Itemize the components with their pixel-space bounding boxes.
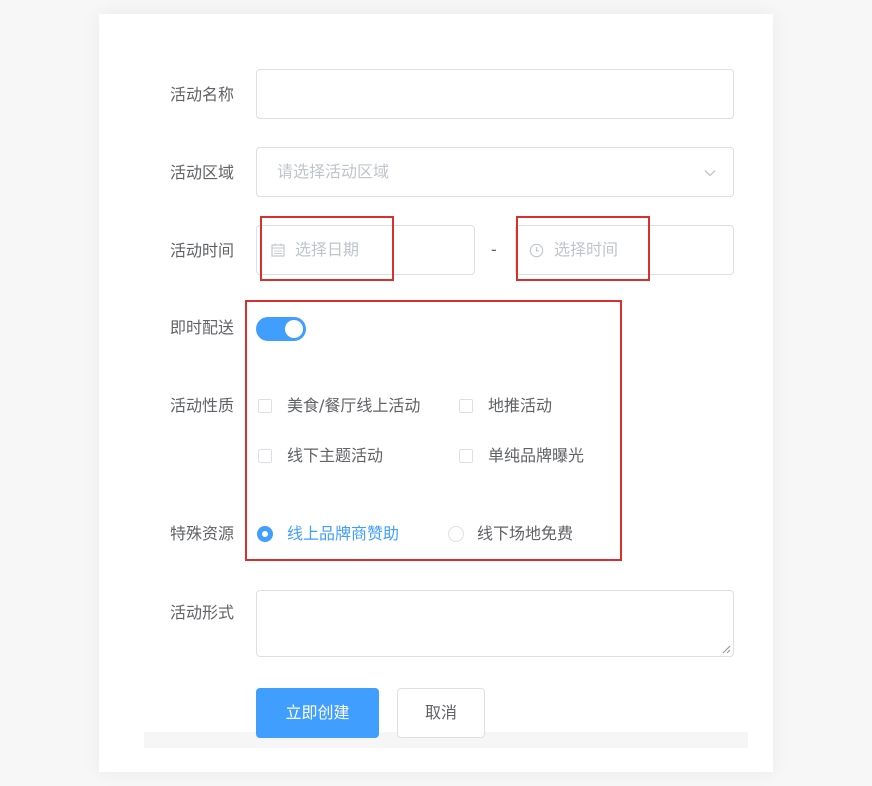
checkbox-ground-promo[interactable] xyxy=(459,399,473,413)
checkbox-brand-exposure[interactable] xyxy=(459,449,473,463)
activity-region-select[interactable]: 请选择活动区域 xyxy=(256,147,734,197)
create-button[interactable]: 立即创建 xyxy=(256,688,379,738)
checkbox-offline-theme[interactable] xyxy=(258,449,272,463)
instant-delivery-label: 即时配送 xyxy=(170,318,235,337)
radio-online-sponsor[interactable] xyxy=(257,526,273,542)
special-resource-label: 特殊资源 xyxy=(170,524,235,543)
radio-online-sponsor-label[interactable]: 线上品牌商赞助 xyxy=(287,524,399,544)
checkbox-offline-theme-label[interactable]: 线下主题活动 xyxy=(287,446,383,466)
activity-region-label: 活动区域 xyxy=(170,163,235,182)
clock-icon xyxy=(529,243,544,258)
activity-form-label: 活动形式 xyxy=(170,603,235,622)
date-placeholder: 选择日期 xyxy=(295,240,360,259)
instant-delivery-switch[interactable] xyxy=(256,317,306,341)
time-separator: - xyxy=(491,240,497,259)
activity-name-input[interactable] xyxy=(256,69,734,119)
checkbox-ground-promo-label[interactable]: 地推活动 xyxy=(488,396,552,416)
checkbox-food-online-label[interactable]: 美食/餐厅线上活动 xyxy=(287,396,420,416)
form-card xyxy=(99,14,773,772)
time-placeholder: 选择时间 xyxy=(554,240,619,259)
region-placeholder: 请选择活动区域 xyxy=(277,162,390,181)
date-picker-input[interactable]: 选择日期 xyxy=(256,225,475,275)
resize-handle-icon[interactable] xyxy=(721,644,731,654)
activity-form-textarea[interactable] xyxy=(256,590,734,657)
calendar-icon xyxy=(271,243,285,257)
switch-knob xyxy=(285,320,303,338)
cancel-button[interactable]: 取消 xyxy=(397,688,485,738)
activity-time-label: 活动时间 xyxy=(170,241,235,260)
activity-nature-label: 活动性质 xyxy=(170,396,235,415)
checkbox-food-online[interactable] xyxy=(258,399,272,413)
activity-name-label: 活动名称 xyxy=(170,85,235,104)
chevron-down-icon xyxy=(704,170,716,177)
time-picker-input[interactable]: 选择时间 xyxy=(515,225,734,275)
checkbox-brand-exposure-label[interactable]: 单纯品牌曝光 xyxy=(488,446,584,466)
radio-offline-venue[interactable] xyxy=(448,526,464,542)
radio-offline-venue-label[interactable]: 线下场地免费 xyxy=(477,524,573,544)
